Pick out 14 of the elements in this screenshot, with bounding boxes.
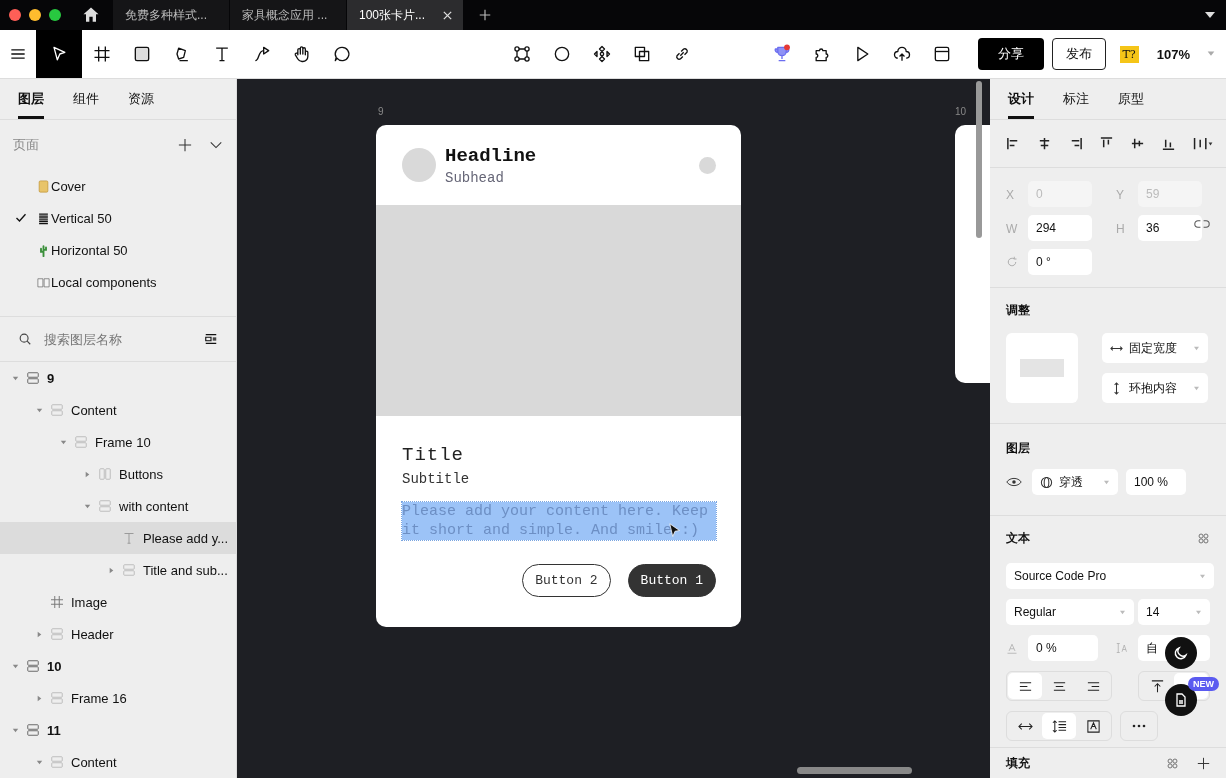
field-label: Y — [1116, 188, 1125, 200]
card-title: Title — [402, 444, 465, 466]
section-title: 图层 — [1006, 440, 1031, 457]
new-badge: NEW — [1188, 677, 1219, 691]
field-label: W — [1006, 222, 1018, 234]
card-subtitle: Subtitle — [402, 471, 471, 487]
section-title: 文本 — [1006, 530, 1030, 547]
section-title: 填充 — [1006, 755, 1030, 772]
field-label: H — [1116, 222, 1126, 234]
section-title: 调整 — [1006, 302, 1031, 319]
card-subhead: Subhead — [445, 169, 505, 186]
field-label: X — [1006, 188, 1015, 200]
pages-heading: 页面 — [13, 136, 39, 154]
card-headline: Headline — [445, 144, 537, 167]
